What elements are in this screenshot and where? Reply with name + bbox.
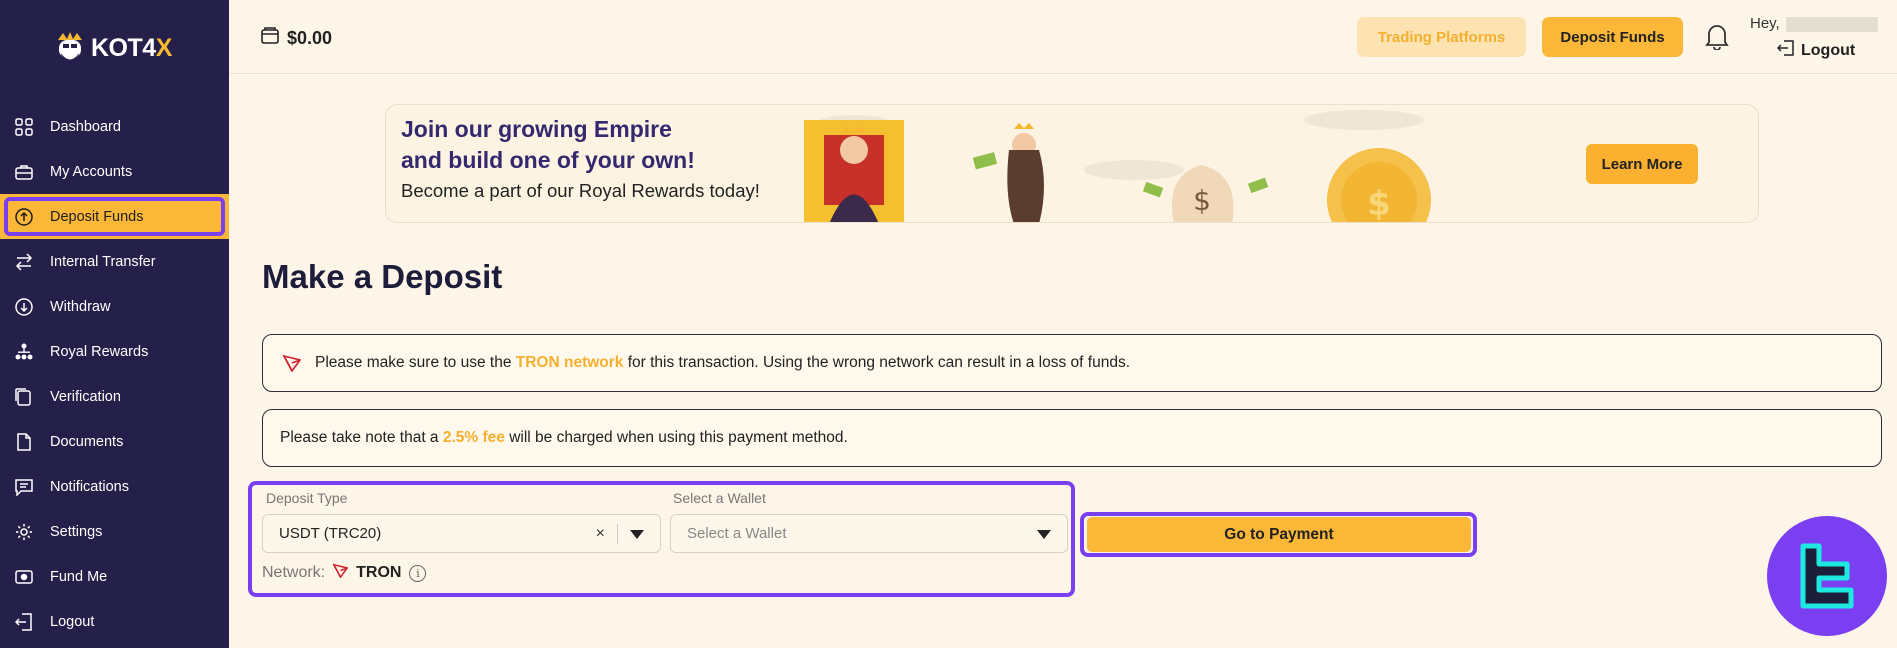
sidebar-item-withdraw[interactable]: Withdraw [0, 284, 229, 329]
sidebar-item-internal-transfer[interactable]: Internal Transfer [0, 239, 229, 284]
learn-more-button[interactable]: Learn More [1586, 144, 1698, 184]
clear-icon[interactable]: × [596, 525, 605, 543]
sidebar-item-label: Fund Me [50, 568, 108, 585]
watermark-logo [1767, 516, 1887, 636]
top-header: $0.00 Trading Platforms Deposit Funds He… [229, 0, 1897, 74]
banner-headline-line1: Join our growing Empire [401, 116, 672, 142]
sidebar-item-label: Settings [50, 523, 103, 540]
logout-icon [14, 612, 34, 632]
wallet-icon [261, 27, 279, 49]
king-mascot-icon [55, 30, 85, 66]
deposit-type-select[interactable]: USDT (TRC20) × [262, 514, 661, 553]
message-icon [14, 477, 34, 497]
dashboard-icon [14, 117, 34, 137]
svg-text:$: $ [1193, 184, 1211, 217]
gear-icon [14, 522, 34, 542]
sidebar-item-label: Internal Transfer [50, 253, 156, 270]
sidebar-item-logout[interactable]: Logout [0, 599, 229, 644]
sidebar-item-settings[interactable]: Settings [0, 509, 229, 554]
network-info: Network: TRON i [262, 563, 427, 583]
hierarchy-icon [14, 342, 34, 362]
tron-icon [332, 563, 349, 583]
logout-icon [1776, 40, 1795, 61]
network-value: TRON [356, 564, 402, 581]
svg-text:$: $ [1367, 184, 1391, 223]
deposit-type-label: Deposit Type [266, 490, 348, 506]
sidebar-item-royal-rewards[interactable]: Royal Rewards [0, 329, 229, 374]
transfer-icon [14, 252, 34, 272]
trading-platforms-button[interactable]: Trading Platforms [1357, 17, 1526, 57]
tron-icon [283, 354, 301, 372]
page-title: Make a Deposit [262, 258, 503, 295]
sidebar-item-label: Verification [50, 388, 121, 405]
sidebar-item-label: Documents [50, 433, 124, 450]
deposit-funds-button[interactable]: Deposit Funds [1542, 17, 1683, 57]
notice-text: Please take note that a 2.5% fee will be… [280, 429, 848, 446]
wallet-select[interactable]: Select a Wallet [670, 514, 1068, 553]
sidebar-item-label: Royal Rewards [50, 343, 149, 360]
sidebar-item-deposit-funds[interactable]: Deposit Funds [0, 194, 229, 239]
banner-headline-line2: and build one of your own! [401, 147, 695, 173]
redacted-username [1785, 16, 1878, 32]
logout-label: Logout [1801, 41, 1856, 59]
banner-illustration: $ $ [804, 105, 1464, 223]
sidebar-item-fund-me[interactable]: Fund Me [0, 554, 229, 599]
wallet-placeholder: Select a Wallet [687, 525, 787, 542]
tron-network-notice: Please make sure to use the TRON network… [262, 334, 1882, 392]
arrow-down-circle-icon [14, 297, 34, 317]
balance-amount: $0.00 [287, 27, 333, 48]
wallet-label: Select a Wallet [673, 490, 766, 506]
sidebar-item-label: Withdraw [50, 298, 111, 315]
sidebar-item-label: Logout [50, 613, 95, 630]
bell-icon[interactable] [1705, 22, 1729, 55]
sidebar-nav: Dashboard My Accounts Deposit Funds Inte… [0, 104, 229, 644]
briefcase-icon [14, 162, 34, 182]
user-greeting: Hey, [1750, 15, 1878, 32]
document-icon [14, 432, 34, 452]
sidebar-item-notifications[interactable]: Notifications [0, 464, 229, 509]
logo-text: KOT4X [91, 33, 172, 62]
sidebar: KOT4X Dashboard My Accounts Deposit Fund… [0, 0, 229, 648]
logout-link[interactable]: Logout [1776, 40, 1856, 61]
royal-rewards-banner: Join our growing Empire and build one of… [385, 104, 1759, 223]
sidebar-item-dashboard[interactable]: Dashboard [0, 104, 229, 149]
divider [617, 524, 618, 544]
fee-notice: Please take note that a 2.5% fee will be… [262, 409, 1882, 467]
chevron-down-icon[interactable] [630, 530, 644, 539]
notice-text: Please make sure to use the TRON network… [315, 354, 1131, 371]
sidebar-item-documents[interactable]: Documents [0, 419, 229, 464]
id-card-icon [14, 387, 34, 407]
wallet-icon [14, 567, 34, 587]
info-icon[interactable]: i [409, 564, 427, 582]
sidebar-item-verification[interactable]: Verification [0, 374, 229, 419]
logo[interactable]: KOT4X [55, 30, 172, 66]
banner-subtext: Become a part of our Royal Rewards today… [401, 180, 760, 201]
network-label: Network: [262, 564, 326, 581]
banner-headline: Join our growing Empire and build one of… [401, 114, 695, 176]
sidebar-item-my-accounts[interactable]: My Accounts [0, 149, 229, 194]
go-to-payment-button[interactable]: Go to Payment [1087, 517, 1471, 552]
sidebar-item-label: Notifications [50, 478, 129, 495]
highlight-outline [4, 197, 225, 236]
sidebar-item-label: My Accounts [50, 163, 133, 180]
sidebar-item-label: Dashboard [50, 118, 121, 135]
deposit-type-value: USDT (TRC20) [279, 525, 382, 542]
balance-display: $0.00 [261, 27, 332, 49]
chevron-down-icon[interactable] [1037, 530, 1051, 539]
